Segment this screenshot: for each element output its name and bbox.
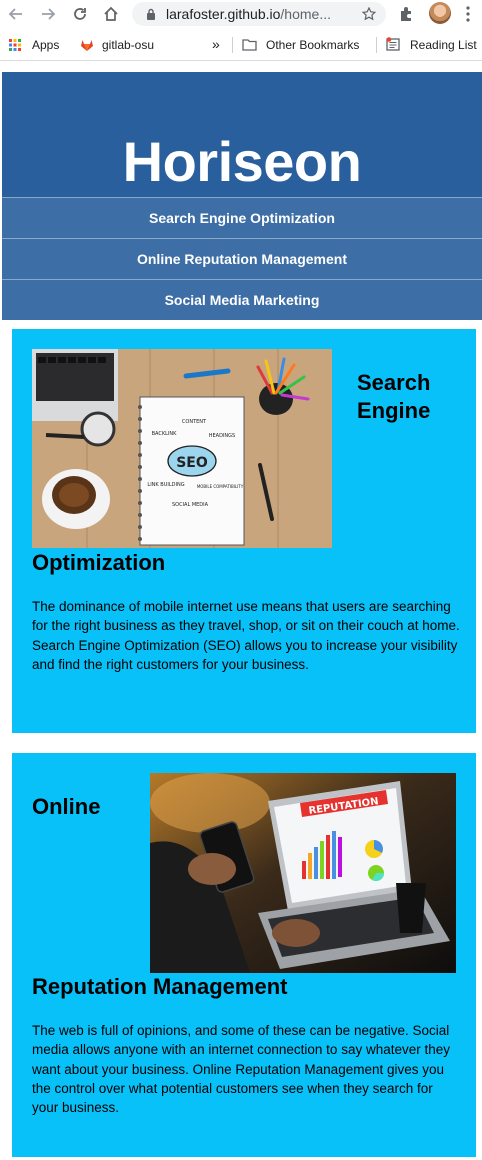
reputation-paragraph: The web is full of opinions, and some of… <box>32 1023 450 1116</box>
home-icon <box>104 6 118 21</box>
gitlab-icon <box>81 40 93 51</box>
seo-image-headings-label: HEADINGS <box>209 433 235 439</box>
url-text: larafoster.github.io/home... <box>166 6 331 22</box>
seo-heading-line1: Search <box>357 370 431 395</box>
back-button[interactable] <box>6 4 26 24</box>
reload-icon <box>74 8 86 20</box>
reputation-image: REPUTATION <box>150 773 456 973</box>
reading-list-icon <box>386 37 400 51</box>
bookmarks-overflow-button[interactable]: » <box>212 36 220 52</box>
bookmark-apps[interactable]: Apps <box>32 38 59 52</box>
reload-button[interactable] <box>70 4 90 24</box>
profile-avatar[interactable] <box>429 2 451 24</box>
seo-image-content-label: CONTENT <box>182 419 207 425</box>
nav-social-media-marketing[interactable]: Social Media Marketing <box>2 279 482 320</box>
bookmark-other-bookmarks[interactable]: Other Bookmarks <box>266 38 359 52</box>
apps-grid-icon <box>9 39 21 51</box>
address-bar[interactable]: larafoster.github.io/home... <box>132 2 386 26</box>
star-icon[interactable] <box>362 7 376 21</box>
arrow-right-icon <box>42 8 56 20</box>
reputation-heading-line1: Online <box>32 794 101 819</box>
seo-heading-line3: Optimization <box>32 550 166 575</box>
reputation-section: REPUTATION Online Reputation Management … <box>12 753 476 1157</box>
bookmark-separator <box>232 37 233 53</box>
seo-image-social-label: SOCIAL MEDIA <box>172 502 209 508</box>
site-logo: Horiseon <box>122 130 362 193</box>
seo-heading-line2: Engine <box>357 398 431 423</box>
lock-icon <box>147 8 155 20</box>
more-menu-icon[interactable] <box>466 6 470 22</box>
seo-image-backlink-label: BACKLINK <box>152 431 178 437</box>
seo-image-link-building-label: LINK BUILDING <box>147 482 184 488</box>
home-button[interactable] <box>101 4 121 24</box>
seo-section: SEO CONTENT BACKLINK HEADINGS LINK BUILD… <box>12 329 476 733</box>
seo-image-mobile-label: MOBILE COMPATIBILITY <box>197 484 244 489</box>
seo-image: SEO CONTENT BACKLINK HEADINGS LINK BUILD… <box>32 349 332 548</box>
seo-image-label: SEO <box>176 455 208 471</box>
forward-button[interactable] <box>38 4 58 24</box>
arrow-left-icon <box>8 8 22 20</box>
bookmark-gitlab-osu[interactable]: gitlab-osu <box>102 38 154 52</box>
nav-search-engine-optimization[interactable]: Search Engine Optimization <box>2 197 482 238</box>
reputation-heading-line2: Reputation Management <box>32 974 288 999</box>
seo-paragraph: The dominance of mobile internet use mea… <box>32 599 460 672</box>
extensions-icon[interactable] <box>398 5 416 23</box>
browser-toolbar: larafoster.github.io/home... <box>0 0 482 28</box>
bookmarks-bar: Apps gitlab-osu » Other Bookmarks Readin… <box>0 30 482 61</box>
nav-online-reputation-management[interactable]: Online Reputation Management <box>2 238 482 279</box>
bookmark-separator <box>376 37 377 53</box>
folder-icon <box>242 39 257 51</box>
bookmark-reading-list[interactable]: Reading List <box>410 38 477 52</box>
